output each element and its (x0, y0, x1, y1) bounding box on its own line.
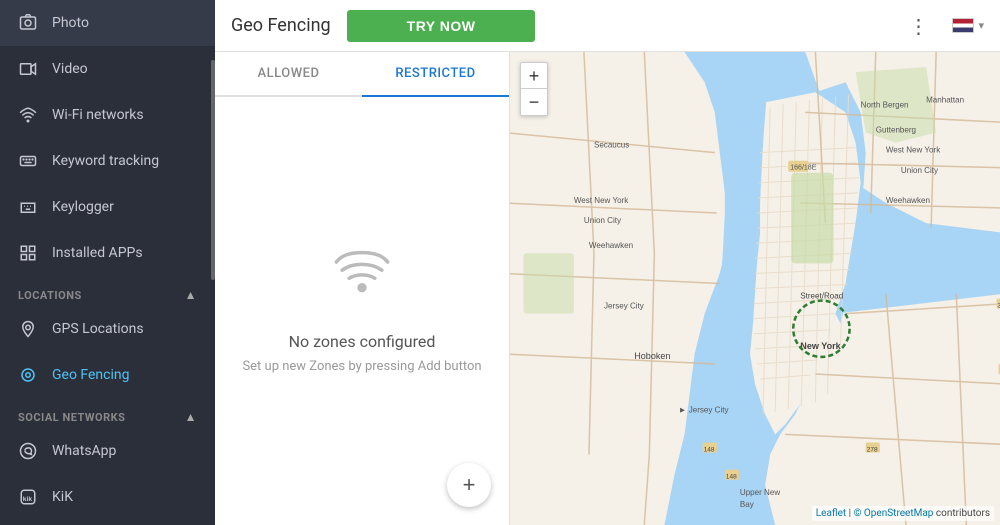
try-now-button[interactable]: TRY NOW (347, 10, 536, 42)
us-flag-icon (952, 18, 974, 33)
svg-text:Hoboken: Hoboken (634, 351, 670, 361)
empty-state: No zones configured Set up new Zones by … (215, 97, 509, 525)
svg-text:Upper New: Upper New (740, 488, 780, 497)
keyboard-icon (18, 151, 38, 171)
topbar: Geo Fencing TRY NOW ⋮ ▾ (215, 0, 1000, 52)
chevron-down-icon: ▾ (978, 19, 984, 32)
osm-link[interactable]: © OpenStreetMap (854, 508, 936, 519)
svg-text:New York: New York (800, 341, 841, 351)
zoom-in-button[interactable]: + (521, 63, 547, 89)
svg-text:Jersey City: Jersey City (604, 302, 644, 311)
panel-body-wrapper: No zones configured Set up new Zones by … (215, 97, 509, 525)
sidebar-item-telegram[interactable]: Telegram (0, 520, 215, 525)
tab-bar: ALLOWED RESTRICTED (215, 52, 509, 97)
map-zoom-controls: + − (520, 62, 548, 116)
svg-text:Street/Road: Street/Road (800, 292, 843, 301)
content-area: ALLOWED RESTRICTED No zones configured S… (215, 52, 1000, 525)
locations-label: LOCATIONS (18, 289, 82, 302)
keylogger-icon (18, 197, 38, 217)
svg-text:166/18E: 166/18E (790, 165, 817, 172)
social-label: SOCIAL NETWORKS (18, 411, 125, 424)
sidebar-item-geofencing[interactable]: Geo Fencing (0, 352, 215, 398)
scrollbar[interactable] (211, 60, 215, 280)
apps-icon (18, 243, 38, 263)
geofencing-icon (18, 365, 38, 385)
more-options-button[interactable]: ⋮ (902, 10, 936, 42)
sidebar-item-video[interactable]: Video (0, 46, 215, 92)
sidebar-item-kik-label: KiK (52, 489, 73, 505)
svg-text:Bay: Bay (740, 500, 754, 509)
whatsapp-icon (18, 441, 38, 461)
tab-allowed[interactable]: ALLOWED (215, 52, 362, 95)
language-selector[interactable]: ▾ (952, 18, 984, 33)
page-title: Geo Fencing (231, 15, 331, 36)
main-content: Geo Fencing TRY NOW ⋮ ▾ ALLOWED RESTRICT… (215, 0, 1000, 525)
no-zones-title: No zones configured (289, 332, 436, 351)
sidebar-item-keylogger[interactable]: Keylogger (0, 184, 215, 230)
zones-panel: ALLOWED RESTRICTED No zones configured S… (215, 52, 510, 525)
sidebar-section-locations[interactable]: LOCATIONS ▲ (0, 276, 215, 306)
sidebar-item-keyword[interactable]: Keyword tracking (0, 138, 215, 184)
svg-text:Manhattan: Manhattan (926, 95, 964, 104)
sidebar-item-gps[interactable]: GPS Locations (0, 306, 215, 352)
leaflet-link[interactable]: Leaflet (816, 508, 846, 519)
sidebar-item-gps-label: GPS Locations (52, 321, 144, 337)
svg-text:Union City: Union City (901, 166, 938, 175)
svg-text:Weehawken: Weehawken (589, 241, 633, 250)
sidebar-item-video-label: Video (52, 61, 88, 77)
sidebar-section-social[interactable]: SOCIAL NETWORKS ▲ (0, 398, 215, 428)
svg-text:West New York: West New York (574, 196, 629, 205)
sidebar-item-photo-label: Photo (52, 15, 89, 31)
no-zones-icon (334, 248, 390, 316)
kik-icon: kik (18, 487, 38, 507)
map-svg: Secaucus West New York Union City Weehaw… (510, 52, 1000, 525)
svg-text:North Bergen: North Bergen (861, 100, 909, 109)
sidebar-item-geofencing-label: Geo Fencing (52, 367, 130, 383)
sidebar-item-apps-label: Installed APPs (52, 245, 143, 261)
map-area[interactable]: Secaucus West New York Union City Weehaw… (510, 52, 1000, 525)
svg-text:West New York: West New York (886, 146, 941, 155)
video-icon (18, 59, 38, 79)
sidebar: Photo Video Wi-Fi networks Keyword track… (0, 0, 215, 525)
add-zone-button[interactable]: + (447, 463, 491, 507)
sidebar-item-wifi[interactable]: Wi-Fi networks (0, 92, 215, 138)
sidebar-item-whatsapp-label: WhatsApp (52, 443, 116, 459)
svg-text:Secaucus: Secaucus (594, 141, 629, 150)
photo-icon (18, 13, 38, 33)
gps-icon (18, 319, 38, 339)
svg-text:148: 148 (704, 447, 715, 454)
sidebar-item-whatsapp[interactable]: WhatsApp (0, 428, 215, 474)
svg-text:Guttenberg: Guttenberg (876, 126, 916, 135)
chevron-up-icon-social: ▲ (185, 410, 197, 424)
sidebar-item-keyword-label: Keyword tracking (52, 153, 159, 169)
sidebar-item-kik[interactable]: kik KiK (0, 474, 215, 520)
svg-text:148: 148 (726, 474, 737, 481)
sidebar-item-keylogger-label: Keylogger (52, 199, 114, 215)
svg-text:kik: kik (23, 496, 33, 503)
zoom-out-button[interactable]: − (521, 89, 547, 115)
sidebar-item-photo[interactable]: Photo (0, 0, 215, 46)
tab-restricted[interactable]: RESTRICTED (362, 52, 509, 97)
wifi-icon (18, 105, 38, 125)
svg-text:► Jersey City: ► Jersey City (679, 405, 729, 414)
svg-text:278: 278 (867, 447, 878, 454)
sidebar-item-wifi-label: Wi-Fi networks (52, 107, 144, 123)
chevron-up-icon: ▲ (185, 288, 197, 302)
sidebar-item-apps[interactable]: Installed APPs (0, 230, 215, 276)
svg-text:Union City: Union City (584, 216, 621, 225)
no-zones-subtitle: Set up new Zones by pressing Add button (242, 359, 481, 374)
svg-text:Weehawken: Weehawken (886, 196, 930, 205)
map-attribution: Leaflet | © OpenStreetMap contributors (812, 506, 994, 521)
